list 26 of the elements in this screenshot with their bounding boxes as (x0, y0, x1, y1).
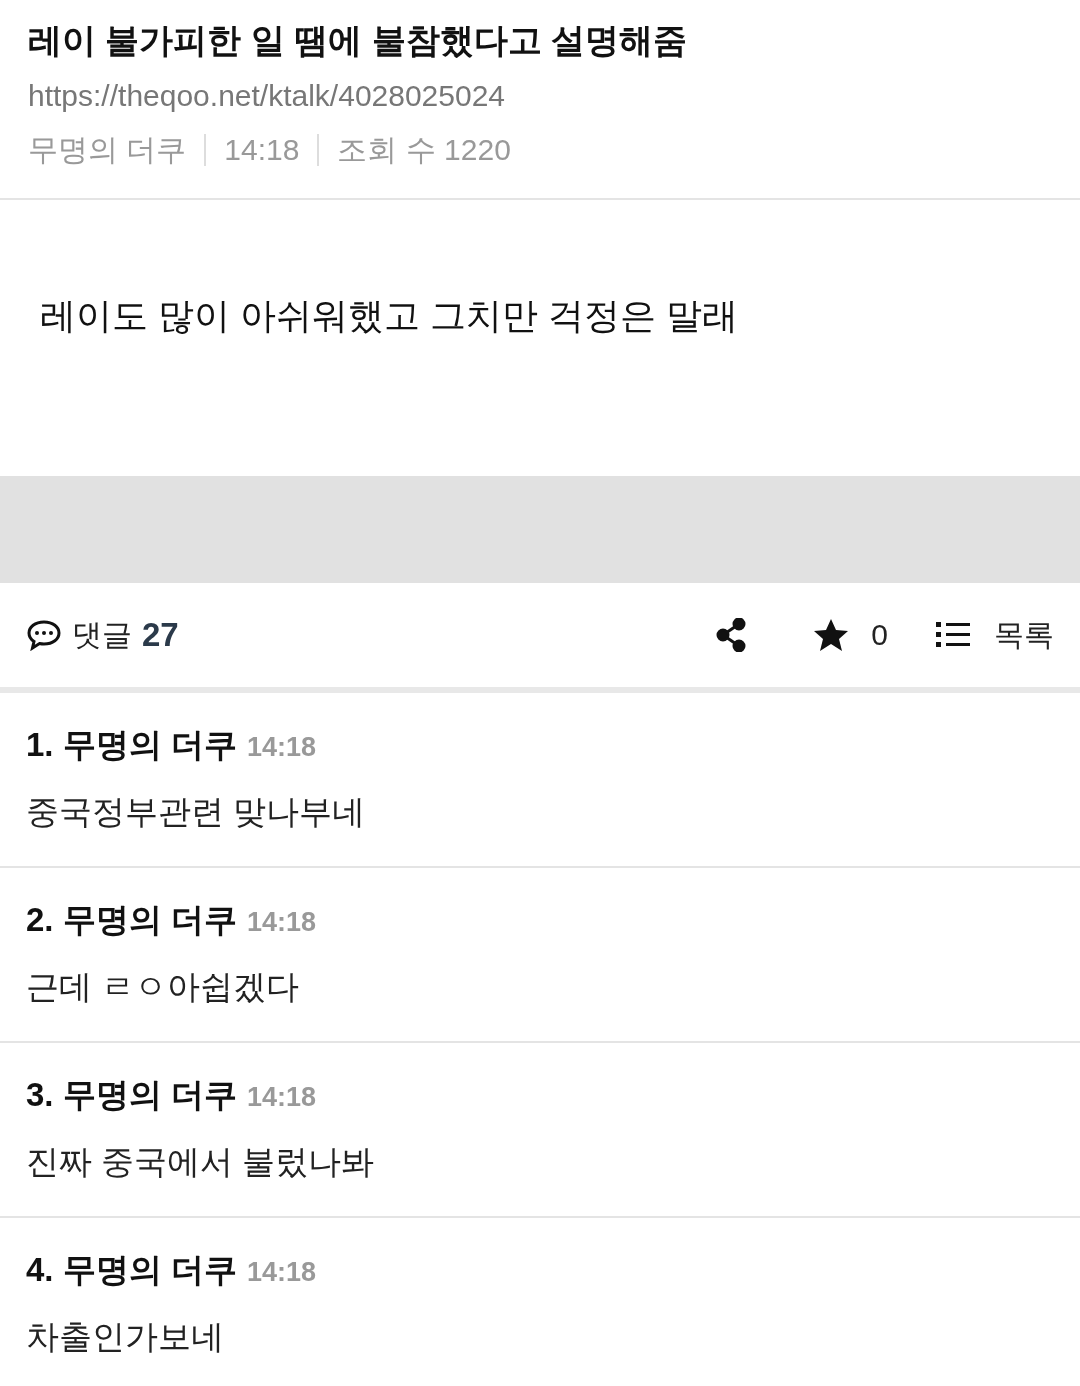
comment-text: 근데 ㄹㅇ아쉽겠다 (26, 967, 301, 1007)
comment-author: 4. 무명의 더쿠 (26, 1250, 237, 1290)
share-icon[interactable] (715, 618, 748, 652)
comment-time: 14:18 (246, 1082, 316, 1113)
comment-count: 27 (142, 616, 179, 654)
comment-time: 14:18 (246, 1257, 316, 1288)
meta-text: 조회 수 1220 (337, 132, 511, 168)
comment-time: 14:18 (246, 732, 316, 763)
star-count: 0 (871, 618, 888, 652)
list-icon[interactable] (936, 621, 970, 649)
comment-author: 1. 무명의 더쿠 (26, 725, 237, 765)
comment-text: 차출인가보네 (26, 1317, 225, 1357)
comment-author: 2. 무명의 더쿠 (26, 900, 237, 940)
star-icon[interactable] (813, 618, 850, 652)
meta-text: 14:18 (224, 132, 300, 168)
list-label[interactable]: 목록 (994, 614, 1054, 656)
post-body: 레이도 많이 아쉬워했고 그치만 걱정은 말래 (40, 295, 738, 336)
post-url[interactable]: https://theqoo.net/ktalk/4028025024 (28, 76, 1052, 116)
speech-bubble-icon (26, 619, 62, 651)
comment-label: 댓글 (72, 616, 132, 653)
comment-text: 중국정부관련 맞나부네 (26, 792, 367, 832)
meta-text: 무명의 더쿠 (28, 132, 187, 168)
post-title: 레이 불가피한 일 땜에 불참했다고 설명해줌 (28, 20, 689, 61)
comment-author: 3. 무명의 더쿠 (26, 1075, 237, 1115)
comment-text: 진짜 중국에서 불렀나봐 (26, 1142, 376, 1182)
comment-time: 14:18 (246, 907, 316, 938)
